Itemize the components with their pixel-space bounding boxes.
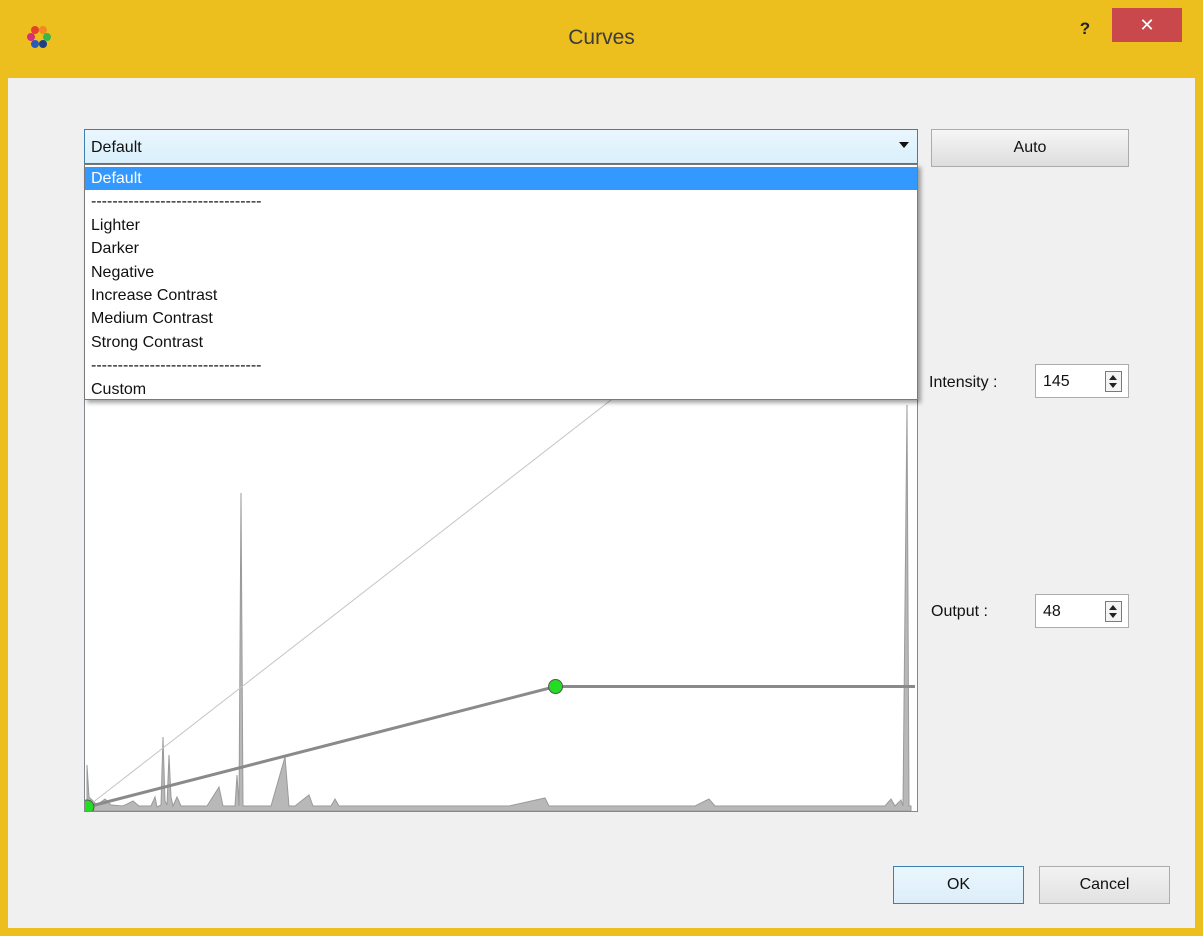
close-button[interactable]: ✕	[1112, 8, 1182, 42]
intensity-label: Intensity :	[929, 374, 998, 391]
output-spin-arrows[interactable]	[1105, 601, 1122, 622]
preset-combobox[interactable]: Default	[84, 129, 918, 164]
curve-control-point[interactable]	[548, 679, 564, 695]
intensity-spin-arrows[interactable]	[1105, 371, 1122, 392]
intensity-spinbox[interactable]: 145	[1035, 364, 1129, 398]
dropdown-item[interactable]: Increase Contrast	[85, 284, 917, 307]
dropdown-item[interactable]: Custom	[85, 378, 917, 401]
spin-down-icon[interactable]	[1109, 613, 1117, 618]
dropdown-item[interactable]: Medium Contrast	[85, 307, 917, 330]
ok-button[interactable]: OK	[893, 866, 1024, 904]
dropdown-item[interactable]: Darker	[85, 237, 917, 260]
output-label: Output :	[931, 603, 988, 620]
chevron-down-icon[interactable]	[899, 142, 909, 148]
output-spinbox[interactable]: 48	[1035, 594, 1129, 628]
cancel-button[interactable]: Cancel	[1039, 866, 1170, 904]
preset-selected-value: Default	[91, 139, 142, 156]
auto-button[interactable]: Auto	[931, 129, 1129, 167]
dropdown-item[interactable]: Negative	[85, 261, 917, 284]
preset-dropdown-list[interactable]: Default -------------------------------- L…	[84, 164, 918, 400]
spin-up-icon[interactable]	[1109, 375, 1117, 380]
curve-line[interactable]	[86, 685, 915, 809]
spin-down-icon[interactable]	[1109, 383, 1117, 388]
output-value[interactable]: 48	[1043, 603, 1061, 621]
curves-dialog: Curves ? ✕ Default Auto Default ---------…	[0, 0, 1203, 936]
intensity-value[interactable]: 145	[1043, 373, 1070, 391]
dropdown-separator: --------------------------------	[91, 357, 262, 375]
histogram	[86, 404, 912, 811]
spin-up-icon[interactable]	[1109, 605, 1117, 610]
window-title: Curves	[568, 26, 635, 49]
dropdown-item[interactable]: Strong Contrast	[85, 331, 917, 354]
dropdown-separator: --------------------------------	[91, 193, 262, 211]
help-button[interactable]: ?	[1070, 14, 1100, 44]
title-bar[interactable]: Curves ? ✕	[0, 0, 1203, 78]
dropdown-item[interactable]: Default	[85, 167, 917, 190]
dropdown-item[interactable]: Lighter	[85, 214, 917, 237]
